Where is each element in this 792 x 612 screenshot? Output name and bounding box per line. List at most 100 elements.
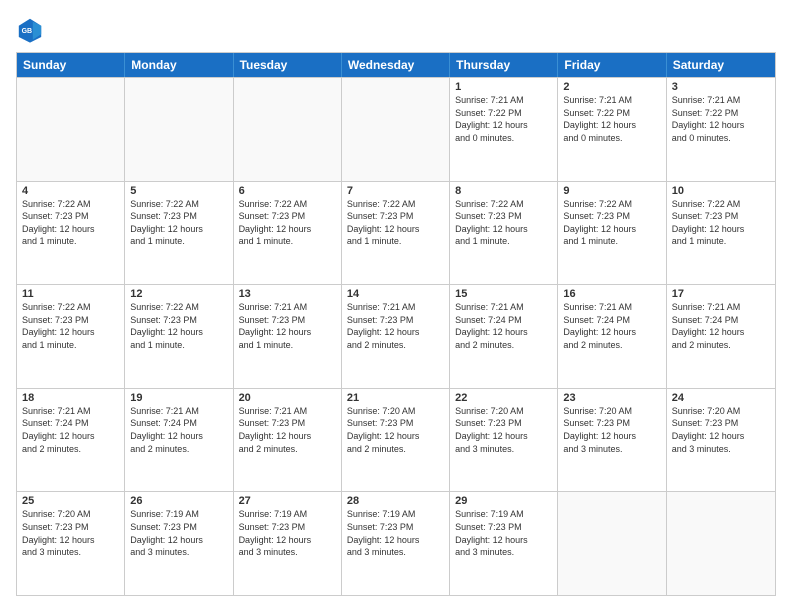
- day-number: 13: [239, 288, 336, 300]
- day-number: 20: [239, 392, 336, 404]
- cal-cell: [667, 492, 775, 595]
- logo: GB: [16, 16, 48, 44]
- day-info: Sunrise: 7:22 AM Sunset: 7:23 PM Dayligh…: [563, 198, 660, 248]
- day-info: Sunrise: 7:20 AM Sunset: 7:23 PM Dayligh…: [22, 508, 119, 558]
- day-number: 12: [130, 288, 227, 300]
- day-info: Sunrise: 7:21 AM Sunset: 7:22 PM Dayligh…: [563, 94, 660, 144]
- day-number: 28: [347, 495, 444, 507]
- cal-cell: 29Sunrise: 7:19 AM Sunset: 7:23 PM Dayli…: [450, 492, 558, 595]
- cal-cell: [234, 78, 342, 181]
- day-number: 19: [130, 392, 227, 404]
- cal-cell: 17Sunrise: 7:21 AM Sunset: 7:24 PM Dayli…: [667, 285, 775, 388]
- cal-cell: 14Sunrise: 7:21 AM Sunset: 7:23 PM Dayli…: [342, 285, 450, 388]
- cal-cell: 8Sunrise: 7:22 AM Sunset: 7:23 PM Daylig…: [450, 182, 558, 285]
- day-info: Sunrise: 7:21 AM Sunset: 7:24 PM Dayligh…: [455, 301, 552, 351]
- day-number: 21: [347, 392, 444, 404]
- day-number: 2: [563, 81, 660, 93]
- day-number: 10: [672, 185, 770, 197]
- cal-cell: [342, 78, 450, 181]
- cal-cell: 5Sunrise: 7:22 AM Sunset: 7:23 PM Daylig…: [125, 182, 233, 285]
- day-info: Sunrise: 7:21 AM Sunset: 7:24 PM Dayligh…: [130, 405, 227, 455]
- day-number: 29: [455, 495, 552, 507]
- day-number: 27: [239, 495, 336, 507]
- calendar: SundayMondayTuesdayWednesdayThursdayFrid…: [16, 52, 776, 596]
- cal-cell: 11Sunrise: 7:22 AM Sunset: 7:23 PM Dayli…: [17, 285, 125, 388]
- day-info: Sunrise: 7:20 AM Sunset: 7:23 PM Dayligh…: [347, 405, 444, 455]
- cal-header-monday: Monday: [125, 53, 233, 77]
- cal-cell: 1Sunrise: 7:21 AM Sunset: 7:22 PM Daylig…: [450, 78, 558, 181]
- day-number: 22: [455, 392, 552, 404]
- header: GB: [16, 16, 776, 44]
- day-number: 6: [239, 185, 336, 197]
- day-info: Sunrise: 7:21 AM Sunset: 7:23 PM Dayligh…: [239, 301, 336, 351]
- cal-cell: 18Sunrise: 7:21 AM Sunset: 7:24 PM Dayli…: [17, 389, 125, 492]
- day-number: 7: [347, 185, 444, 197]
- cal-cell: 19Sunrise: 7:21 AM Sunset: 7:24 PM Dayli…: [125, 389, 233, 492]
- cal-cell: 16Sunrise: 7:21 AM Sunset: 7:24 PM Dayli…: [558, 285, 666, 388]
- cal-cell: 22Sunrise: 7:20 AM Sunset: 7:23 PM Dayli…: [450, 389, 558, 492]
- cal-cell: 6Sunrise: 7:22 AM Sunset: 7:23 PM Daylig…: [234, 182, 342, 285]
- cal-cell: 7Sunrise: 7:22 AM Sunset: 7:23 PM Daylig…: [342, 182, 450, 285]
- day-number: 8: [455, 185, 552, 197]
- day-info: Sunrise: 7:19 AM Sunset: 7:23 PM Dayligh…: [239, 508, 336, 558]
- cal-cell: [125, 78, 233, 181]
- cal-cell: 10Sunrise: 7:22 AM Sunset: 7:23 PM Dayli…: [667, 182, 775, 285]
- cal-header-tuesday: Tuesday: [234, 53, 342, 77]
- day-number: 15: [455, 288, 552, 300]
- day-info: Sunrise: 7:20 AM Sunset: 7:23 PM Dayligh…: [455, 405, 552, 455]
- cal-cell: 2Sunrise: 7:21 AM Sunset: 7:22 PM Daylig…: [558, 78, 666, 181]
- cal-cell: 3Sunrise: 7:21 AM Sunset: 7:22 PM Daylig…: [667, 78, 775, 181]
- day-number: 18: [22, 392, 119, 404]
- day-info: Sunrise: 7:21 AM Sunset: 7:24 PM Dayligh…: [563, 301, 660, 351]
- day-number: 16: [563, 288, 660, 300]
- cal-header-sunday: Sunday: [17, 53, 125, 77]
- day-number: 24: [672, 392, 770, 404]
- cal-cell: 12Sunrise: 7:22 AM Sunset: 7:23 PM Dayli…: [125, 285, 233, 388]
- cal-cell: 20Sunrise: 7:21 AM Sunset: 7:23 PM Dayli…: [234, 389, 342, 492]
- cal-cell: 23Sunrise: 7:20 AM Sunset: 7:23 PM Dayli…: [558, 389, 666, 492]
- day-info: Sunrise: 7:21 AM Sunset: 7:23 PM Dayligh…: [347, 301, 444, 351]
- day-number: 1: [455, 81, 552, 93]
- cal-week-4: 18Sunrise: 7:21 AM Sunset: 7:24 PM Dayli…: [17, 388, 775, 492]
- cal-week-5: 25Sunrise: 7:20 AM Sunset: 7:23 PM Dayli…: [17, 491, 775, 595]
- cal-cell: 15Sunrise: 7:21 AM Sunset: 7:24 PM Dayli…: [450, 285, 558, 388]
- cal-cell: 27Sunrise: 7:19 AM Sunset: 7:23 PM Dayli…: [234, 492, 342, 595]
- day-number: 26: [130, 495, 227, 507]
- day-info: Sunrise: 7:21 AM Sunset: 7:23 PM Dayligh…: [239, 405, 336, 455]
- day-number: 3: [672, 81, 770, 93]
- cal-cell: 28Sunrise: 7:19 AM Sunset: 7:23 PM Dayli…: [342, 492, 450, 595]
- day-info: Sunrise: 7:22 AM Sunset: 7:23 PM Dayligh…: [455, 198, 552, 248]
- day-number: 11: [22, 288, 119, 300]
- calendar-body: 1Sunrise: 7:21 AM Sunset: 7:22 PM Daylig…: [17, 77, 775, 595]
- day-number: 9: [563, 185, 660, 197]
- day-info: Sunrise: 7:21 AM Sunset: 7:24 PM Dayligh…: [672, 301, 770, 351]
- svg-text:GB: GB: [22, 28, 32, 35]
- cal-cell: 13Sunrise: 7:21 AM Sunset: 7:23 PM Dayli…: [234, 285, 342, 388]
- cal-header-saturday: Saturday: [667, 53, 775, 77]
- page: GB SundayMondayTuesdayWednesdayThursdayF…: [0, 0, 792, 612]
- cal-cell: 26Sunrise: 7:19 AM Sunset: 7:23 PM Dayli…: [125, 492, 233, 595]
- day-number: 4: [22, 185, 119, 197]
- day-info: Sunrise: 7:21 AM Sunset: 7:24 PM Dayligh…: [22, 405, 119, 455]
- calendar-header-row: SundayMondayTuesdayWednesdayThursdayFrid…: [17, 53, 775, 77]
- cal-cell: 9Sunrise: 7:22 AM Sunset: 7:23 PM Daylig…: [558, 182, 666, 285]
- day-info: Sunrise: 7:20 AM Sunset: 7:23 PM Dayligh…: [563, 405, 660, 455]
- day-number: 23: [563, 392, 660, 404]
- day-number: 14: [347, 288, 444, 300]
- day-info: Sunrise: 7:22 AM Sunset: 7:23 PM Dayligh…: [22, 301, 119, 351]
- cal-week-1: 1Sunrise: 7:21 AM Sunset: 7:22 PM Daylig…: [17, 77, 775, 181]
- cal-header-wednesday: Wednesday: [342, 53, 450, 77]
- day-info: Sunrise: 7:21 AM Sunset: 7:22 PM Dayligh…: [672, 94, 770, 144]
- day-info: Sunrise: 7:22 AM Sunset: 7:23 PM Dayligh…: [672, 198, 770, 248]
- day-info: Sunrise: 7:19 AM Sunset: 7:23 PM Dayligh…: [455, 508, 552, 558]
- day-info: Sunrise: 7:22 AM Sunset: 7:23 PM Dayligh…: [130, 301, 227, 351]
- day-info: Sunrise: 7:19 AM Sunset: 7:23 PM Dayligh…: [130, 508, 227, 558]
- day-info: Sunrise: 7:20 AM Sunset: 7:23 PM Dayligh…: [672, 405, 770, 455]
- logo-icon: GB: [16, 16, 44, 44]
- cal-week-2: 4 Sunrise: 7:22 AM Sunset: 7:23 PM Daylig…: [17, 181, 775, 285]
- day-info: Sunrise: 7:22 AM Sunset: 7:23 PM Dayligh…: [130, 198, 227, 248]
- cal-week-3: 11Sunrise: 7:22 AM Sunset: 7:23 PM Dayli…: [17, 284, 775, 388]
- cal-header-friday: Friday: [558, 53, 666, 77]
- cal-cell: 4Sunrise: 7:22 AM Sunset: 7:23 PM Daylig…: [17, 182, 125, 285]
- day-info: Sunrise: 7:21 AM Sunset: 7:22 PM Dayligh…: [455, 94, 552, 144]
